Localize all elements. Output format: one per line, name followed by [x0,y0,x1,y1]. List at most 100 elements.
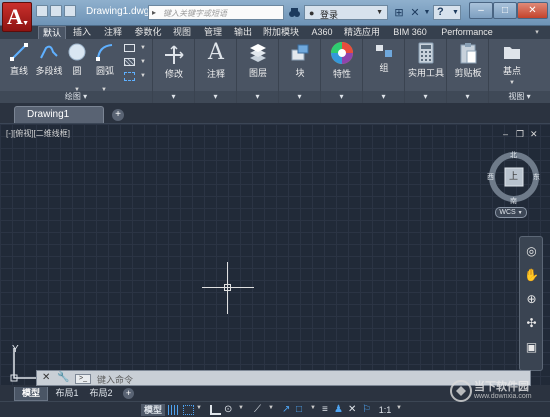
add-layout-button[interactable]: + [123,388,134,399]
clipboard-button[interactable]: 剪贴板 [449,42,487,79]
annotation-scale-icon[interactable]: ⚐ [362,405,373,415]
new-tab-button[interactable]: + [112,109,124,121]
viewport-restore-icon[interactable]: ❐ [516,129,524,140]
groups-button[interactable]: 组 [369,43,399,74]
panel-groups-title[interactable]: ▾ [363,91,404,103]
chevron-down-icon[interactable]: ▼ [140,73,146,79]
viewport-close-icon[interactable]: ✕ [530,129,538,140]
model-space-button[interactable]: 模型 [141,404,165,416]
maximize-button[interactable]: □ [493,2,517,19]
grid-icon[interactable] [168,405,179,415]
minimize-button[interactable]: – [469,2,493,19]
ribbon-options-icon[interactable]: ▾ [530,26,544,39]
base-button[interactable]: 基点 [497,42,527,77]
block-button[interactable]: 块 [285,42,315,79]
tab-layout2[interactable]: 布局2 [86,387,116,401]
close-button[interactable]: ✕ [517,2,548,19]
tab-featured-apps[interactable]: 精选应用 [342,26,382,39]
chevron-down-icon[interactable]: ▼ [310,405,321,415]
search-expand-icon[interactable]: ▸ [152,8,156,17]
tab-manage[interactable]: 管理 [201,26,225,39]
panel-clipboard-title[interactable]: ▾ [447,91,488,103]
tab-parametric[interactable]: 参数化 [132,26,164,39]
line-button[interactable]: 直线 [4,42,34,77]
chevron-down-icon[interactable]: ▼ [196,405,207,415]
zoom-extents-icon[interactable]: ⊕ [523,291,540,308]
chevron-down-icon[interactable]: ▼ [140,59,146,65]
panel-view-title[interactable]: 视图 ▾ [489,91,550,103]
panel-draw-title[interactable]: 绘图 ▾ [0,91,152,103]
wcs-menu[interactable]: WCS ▼ [495,207,527,218]
tab-layout1[interactable]: 布局1 [52,387,82,401]
chevron-down-icon[interactable]: ▼ [268,405,279,415]
object-snap-icon[interactable]: □ [296,405,307,415]
tab-a360[interactable]: A360 [309,26,335,39]
chevron-down-icon[interactable]: ▼ [509,80,515,86]
tab-performance[interactable]: Performance [438,26,496,39]
tab-model[interactable]: 模型 [14,387,48,401]
panel-modify: 修改 ▾ [153,39,195,103]
chevron-down-icon: ▼ [452,9,459,16]
rectangle-icon[interactable] [124,44,135,52]
tab-bim360[interactable]: BIM 360 [390,26,430,39]
properties-button[interactable]: 特性 [327,41,357,80]
application-menu-button[interactable]: A ▼ [2,2,32,32]
file-tab-drawing1[interactable]: Drawing1 [14,106,104,123]
binoculars-icon[interactable] [288,6,301,19]
login-button[interactable]: ● 登录 ▼ [304,5,388,20]
close-command-icon[interactable]: ✕ [42,372,50,383]
panel-block-title[interactable]: ▾ [279,91,320,103]
drawing-canvas[interactable]: [-][俯视][二维线框] – ❐ ✕ 上 北 南 东 西 WCS ▼ ◎ ✋ … [0,123,550,385]
chevron-down-icon[interactable]: ▼ [396,405,407,415]
annotation-scale-value[interactable]: 1:1 [376,404,394,416]
search-box[interactable]: ▸ 键入关键字或短语 [148,5,284,20]
command-input[interactable]: 键入命令 [97,373,133,386]
chevron-down-icon[interactable]: ▼ [420,6,434,20]
open-file-icon[interactable] [50,5,62,17]
save-icon[interactable] [64,5,76,17]
circle-button[interactable]: 圆 [64,42,90,77]
isodraft-icon[interactable]: ⟋ [254,405,265,415]
panel-annotation-title[interactable]: ▾ [195,91,236,103]
object-snap-tracking-icon[interactable]: ↗ [282,405,293,415]
modify-button[interactable]: 修改 [159,45,189,80]
utilities-button[interactable]: 实用工具 [407,42,445,79]
orbit-icon[interactable]: ✣ [523,315,540,332]
tab-output[interactable]: 输出 [231,26,255,39]
new-file-icon[interactable] [36,5,48,17]
chevron-down-icon[interactable]: ▼ [238,405,249,415]
viewport-minimize-icon[interactable]: – [503,129,508,139]
polar-icon[interactable]: ⊙ [224,405,235,415]
tab-view[interactable]: 视图 [170,26,194,39]
steering-wheel-icon[interactable]: ◎ [523,243,540,260]
panel-layers-title[interactable]: ▾ [237,91,278,103]
boundary-icon[interactable] [124,72,135,81]
tab-default[interactable]: 默认 [38,26,66,39]
chevron-down-icon[interactable]: ▼ [140,45,146,51]
customize-wrench-icon[interactable]: 🔧 [57,372,69,383]
pan-hand-icon[interactable]: ✋ [523,267,540,284]
annotation-button[interactable]: A 注释 [201,41,231,80]
ortho-icon[interactable] [210,405,221,415]
cart-icon[interactable]: ⊞ [392,6,406,20]
lineweight-icon[interactable]: ≡ [322,405,333,415]
showmotion-icon[interactable]: ▣ [523,339,540,356]
snap-icon[interactable] [183,405,194,415]
tab-insert[interactable]: 插入 [70,26,94,39]
hatch-icon[interactable] [124,58,135,66]
panel-properties-title[interactable]: ▾ [321,91,362,103]
circle-icon [68,43,86,61]
layers-button[interactable]: 图层 [243,42,273,79]
arc-button[interactable]: 圆弧 [92,42,118,77]
panel-utilities-title[interactable]: ▾ [405,91,446,103]
command-prompt-icon[interactable]: >_ [75,374,91,384]
polyline-button[interactable]: 多段线 [34,42,64,77]
panel-modify-title[interactable]: ▾ [153,91,194,103]
chevron-down-icon: ▼ [376,9,383,16]
annotation-visibility-icon[interactable]: ♟ [334,405,345,415]
auto-scale-icon[interactable]: ✕ [348,405,359,415]
help-button[interactable]: ? ▼ [433,5,461,20]
tab-annotate[interactable]: 注释 [101,26,125,39]
viewport-controls-label[interactable]: [-][俯视][二维线框] [6,128,70,139]
tab-addins[interactable]: 附加模块 [261,26,301,39]
